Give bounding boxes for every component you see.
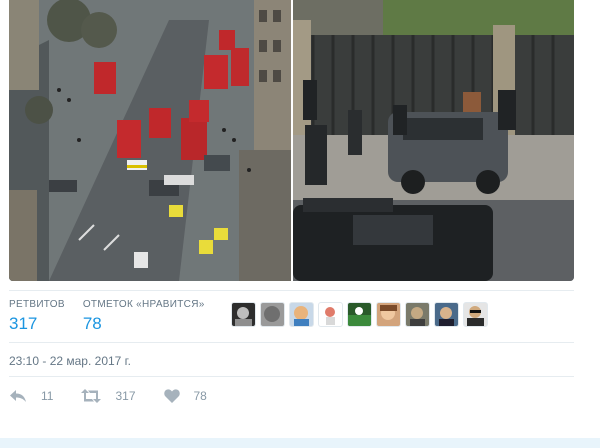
- avatar-image: [324, 307, 335, 325]
- likes-value: 78: [82, 314, 102, 333]
- avatar-image: [379, 305, 397, 320]
- avatar-image: [438, 307, 454, 326]
- reply-count: 11: [41, 389, 54, 403]
- liker-avatars: [230, 302, 492, 327]
- reply-icon: [9, 389, 27, 403]
- likes-label: ОТМЕТОК «НРАВИТСЯ»: [82, 299, 205, 310]
- tweet-media[interactable]: [9, 0, 574, 281]
- retweets-stat[interactable]: РЕТВИТОВ 317: [9, 299, 65, 334]
- street-scene-image: [9, 0, 291, 281]
- avatar[interactable]: [404, 302, 430, 327]
- avatar[interactable]: [375, 302, 401, 327]
- retweet-icon: [81, 389, 102, 403]
- tweet-actions: 11 317 78: [9, 389, 235, 403]
- stats-divider-top: [9, 290, 574, 291]
- avatar[interactable]: [317, 302, 343, 327]
- stats-divider-bottom: [9, 342, 574, 343]
- footer-strip: [0, 438, 600, 448]
- photo-car-crash[interactable]: [293, 0, 574, 281]
- avatar[interactable]: [433, 302, 459, 327]
- retweet-button[interactable]: 317: [81, 389, 136, 403]
- tweet-timestamp[interactable]: 23:10 - 22 мар. 2017 г.: [9, 354, 131, 368]
- avatar[interactable]: [230, 302, 256, 327]
- retweets-label: РЕТВИТОВ: [9, 299, 65, 310]
- avatar[interactable]: [259, 302, 285, 327]
- avatar-image: [409, 307, 425, 326]
- avatar-image: [466, 306, 484, 326]
- heart-icon: [163, 389, 180, 403]
- photo-street-scene[interactable]: [9, 0, 291, 281]
- avatar-image: [293, 306, 309, 326]
- avatar-image: [234, 307, 252, 326]
- avatar-image: [263, 306, 280, 322]
- avatar[interactable]: [462, 302, 488, 327]
- timestamp-divider: [9, 376, 574, 377]
- retweet-count: 317: [115, 389, 136, 403]
- retweets-value: 317: [9, 314, 38, 333]
- likes-stat[interactable]: ОТМЕТОК «НРАВИТСЯ» 78: [83, 299, 205, 334]
- avatar-image: [347, 307, 371, 326]
- avatar[interactable]: [288, 302, 314, 327]
- like-button[interactable]: 78: [163, 389, 207, 403]
- tweet-stats: РЕТВИТОВ 317 ОТМЕТОК «НРАВИТСЯ» 78: [9, 299, 492, 334]
- reply-button[interactable]: 11: [9, 389, 53, 403]
- car-crash-image: [293, 0, 574, 281]
- avatar[interactable]: [346, 302, 372, 327]
- like-count: 78: [193, 389, 207, 403]
